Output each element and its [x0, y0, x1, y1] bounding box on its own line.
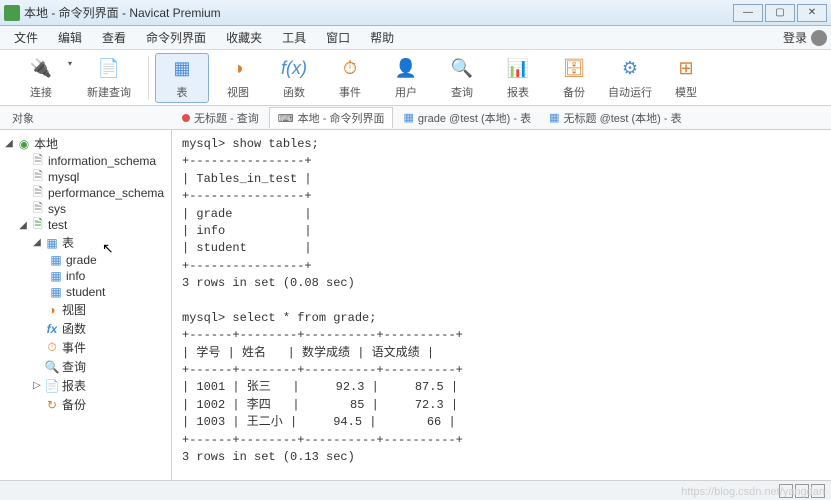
function-button[interactable]: f(x) 函数: [267, 53, 321, 103]
table-grade[interactable]: ▦ grade: [0, 252, 171, 268]
menu-help[interactable]: 帮助: [360, 27, 404, 48]
expand-icon[interactable]: ◢: [32, 237, 42, 248]
menu-window[interactable]: 窗口: [316, 27, 360, 48]
table-icon: ▦: [403, 111, 413, 124]
connection-tree[interactable]: ◢ ◉ 本地 🗎 information_schema 🗎 mysql 🗎 pe…: [0, 130, 172, 480]
toolbar-separator: [148, 56, 149, 100]
model-button[interactable]: ⊞ 模型: [659, 53, 713, 103]
table-info[interactable]: ▦ info: [0, 268, 171, 284]
tab-untitled-table[interactable]: ▦ 无标题 @test (本地) - 表: [541, 108, 690, 128]
toolbar: 🔌 连接 ▾ 📄 新建查询 ▦ 表 ◑ 视图 f(x) 函数 ⏱ 事件 👤 用户…: [0, 50, 831, 106]
backup-icon: ↻: [44, 398, 60, 412]
titlebar: 本地 - 命令列界面 - Navicat Premium — ▢ ✕: [0, 0, 831, 26]
document-tabs: 对象 无标题 - 查询 ⌨ 本地 - 命令列界面 ▦ grade @test (…: [0, 106, 831, 130]
view-icon: ◑: [44, 303, 60, 317]
user-icon: 👤: [393, 56, 419, 82]
connection-node[interactable]: ◢ ◉ 本地: [0, 134, 171, 153]
tab-objects[interactable]: 对象: [4, 108, 172, 128]
backup-button[interactable]: 🗄 备份: [547, 53, 601, 103]
connect-button[interactable]: 🔌 连接 ▾: [8, 53, 74, 103]
autorun-icon: ⚙: [617, 56, 643, 82]
table-icon: ▦: [549, 111, 559, 124]
database-icon: 🗎: [30, 218, 46, 232]
tab-cmdline[interactable]: ⌨ 本地 - 命令列界面: [269, 107, 394, 128]
login-button[interactable]: 登录: [783, 29, 827, 46]
function-icon: fx: [44, 322, 60, 336]
menu-file[interactable]: 文件: [4, 27, 48, 48]
table-icon: ▦: [48, 285, 64, 299]
views-folder[interactable]: ◑ 视图: [0, 300, 171, 319]
menu-tools[interactable]: 工具: [272, 27, 316, 48]
db-information-schema[interactable]: 🗎 information_schema: [0, 153, 171, 169]
plug-icon: 🔌: [28, 56, 54, 82]
new-query-button[interactable]: 📄 新建查询: [76, 53, 142, 103]
table-student[interactable]: ▦ student: [0, 284, 171, 300]
reports-folder[interactable]: ▷ 📄 报表: [0, 376, 171, 395]
user-button[interactable]: 👤 用户: [379, 53, 433, 103]
tab-grade-table[interactable]: ▦ grade @test (本地) - 表: [395, 108, 539, 128]
window-title: 本地 - 命令列界面 - Navicat Premium: [24, 4, 731, 21]
view-button[interactable]: ◑ 视图: [211, 53, 265, 103]
avatar-icon: [811, 30, 827, 46]
table-icon: ▦: [48, 253, 64, 267]
app-icon: [4, 5, 20, 21]
db-mysql[interactable]: 🗎 mysql: [0, 169, 171, 185]
query-icon: 🔍: [44, 360, 60, 374]
function-icon: f(x): [281, 56, 307, 82]
table-icon: ▦: [44, 236, 60, 250]
menu-edit[interactable]: 编辑: [48, 27, 92, 48]
server-icon: ◉: [16, 137, 32, 151]
menu-view[interactable]: 查看: [92, 27, 136, 48]
main-area: ◢ ◉ 本地 🗎 information_schema 🗎 mysql 🗎 pe…: [0, 130, 831, 480]
autorun-button[interactable]: ⚙ 自动运行: [603, 53, 657, 103]
menu-cmdline[interactable]: 命令列界面: [136, 27, 216, 48]
query-button[interactable]: 🔍 查询: [435, 53, 489, 103]
minimize-button[interactable]: —: [733, 4, 763, 22]
tables-folder[interactable]: ◢ ▦ 表: [0, 233, 171, 252]
report-icon: 📊: [505, 56, 531, 82]
menu-favorites[interactable]: 收藏夹: [216, 27, 272, 48]
model-icon: ⊞: [673, 56, 699, 82]
expand-icon[interactable]: ▷: [32, 380, 42, 391]
table-button[interactable]: ▦ 表: [155, 53, 209, 103]
backup-icon: 🗄: [561, 56, 587, 82]
view-icon: ◑: [225, 56, 251, 82]
login-label: 登录: [783, 29, 807, 46]
mysql-console[interactable]: mysql> show tables; +----------------+ |…: [172, 130, 831, 480]
report-icon: 📄: [44, 379, 60, 393]
functions-folder[interactable]: fx 函数: [0, 319, 171, 338]
backups-folder[interactable]: ↻ 备份: [0, 395, 171, 414]
unsaved-dot-icon: [182, 114, 190, 122]
console-icon: ⌨: [278, 112, 294, 125]
queries-folder[interactable]: 🔍 查询: [0, 357, 171, 376]
query-icon: 🔍: [449, 56, 475, 82]
clock-icon: ⏱: [44, 341, 60, 355]
event-button[interactable]: ⏱ 事件: [323, 53, 377, 103]
close-button[interactable]: ✕: [797, 4, 827, 22]
watermark-text: https://blog.csdn.net/yangdan: [681, 486, 825, 498]
db-sys[interactable]: 🗎 sys: [0, 201, 171, 217]
tab-untitled-query[interactable]: 无标题 - 查询: [174, 108, 267, 128]
events-folder[interactable]: ⏱ 事件: [0, 338, 171, 357]
table-icon: ▦: [48, 269, 64, 283]
chevron-down-icon: ▾: [68, 59, 72, 68]
menubar: 文件 编辑 查看 命令列界面 收藏夹 工具 窗口 帮助 登录: [0, 26, 831, 50]
db-test[interactable]: ◢ 🗎 test: [0, 217, 171, 233]
expand-icon[interactable]: ◢: [4, 138, 14, 149]
window-controls: — ▢ ✕: [731, 4, 827, 22]
event-icon: ⏱: [337, 56, 363, 82]
db-performance-schema[interactable]: 🗎 performance_schema: [0, 185, 171, 201]
table-icon: ▦: [169, 56, 195, 82]
maximize-button[interactable]: ▢: [765, 4, 795, 22]
new-query-icon: 📄: [96, 56, 122, 82]
expand-icon[interactable]: ◢: [18, 220, 28, 231]
report-button[interactable]: 📊 报表: [491, 53, 545, 103]
